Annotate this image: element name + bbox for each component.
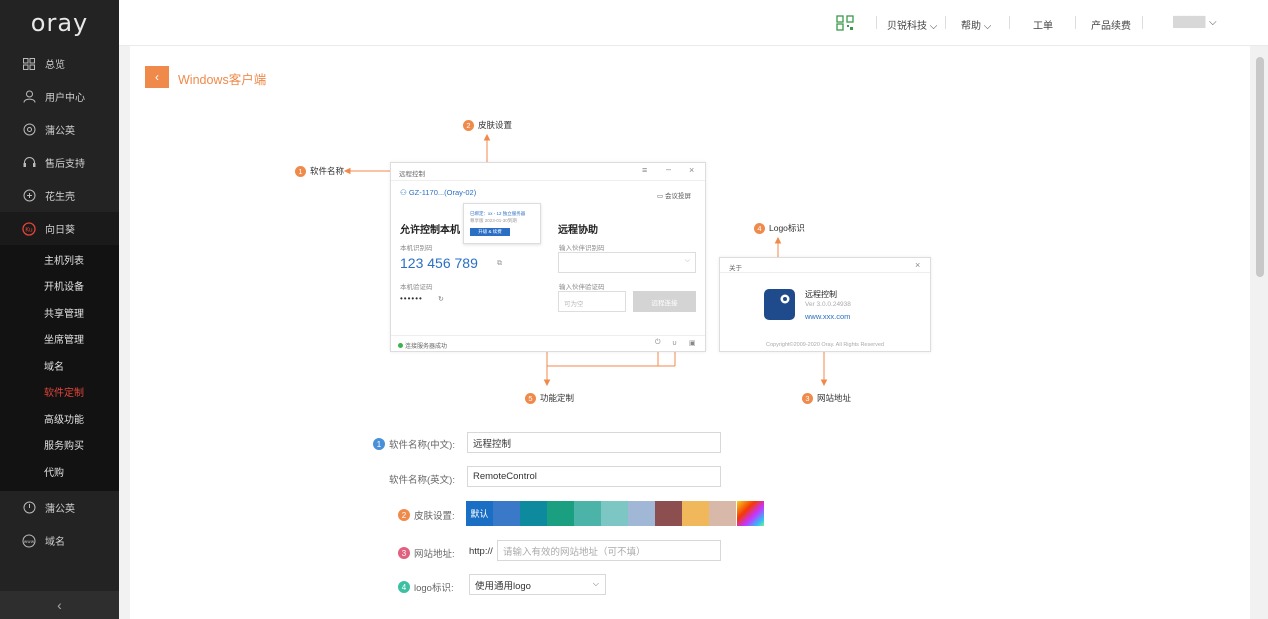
label-text: 软件名称(英文): bbox=[389, 475, 455, 486]
about-copyright: Copyright©2009-2020 Oray. All Rights Res… bbox=[766, 342, 884, 348]
url-label: 3 网站地址: bbox=[398, 546, 455, 560]
logo-select-value: 使用通用logo bbox=[475, 580, 531, 592]
step-number: 2 bbox=[398, 509, 410, 521]
callout-software-name: 1 软件名称 bbox=[295, 165, 344, 177]
skin-swatch[interactable] bbox=[574, 501, 601, 526]
copy-icon: ⧉ bbox=[497, 260, 502, 267]
window-title: 远程控制 bbox=[399, 171, 425, 178]
about-app-name: 远程控制 bbox=[805, 290, 837, 299]
refresh-icon: ↻ bbox=[438, 296, 444, 303]
partner-id-label: 输入伙伴识别码 bbox=[559, 245, 605, 252]
client-preview-window: 远程控制 ≡ – × ⚇ GZ-1170...(Oray-02) ▭ 会议投屏 … bbox=[390, 162, 706, 352]
screen-cast-label: 会议投屏 bbox=[664, 193, 691, 200]
url-input[interactable]: 请输入有效的网站地址（可不填） bbox=[497, 540, 721, 561]
about-url: www.xxx.com bbox=[805, 312, 851, 321]
callout-number: 4 bbox=[754, 222, 765, 234]
skin-swatch[interactable] bbox=[493, 501, 520, 526]
skin-swatch[interactable] bbox=[547, 501, 574, 526]
status-text: 连接服务器成功 bbox=[405, 344, 448, 350]
step-number: 3 bbox=[398, 547, 410, 559]
callout-url: 3 网站地址 bbox=[802, 392, 851, 404]
callout-text: 功能定制 bbox=[540, 393, 575, 403]
skin-swatch[interactable] bbox=[601, 501, 628, 526]
skin-swatch-custom[interactable] bbox=[737, 501, 764, 526]
account-popup: 已绑定：xx - 12 独立服务器 尊享版 2023-01-30到期 升级 & … bbox=[463, 203, 541, 244]
partner-code-input: 可为空 bbox=[558, 291, 626, 312]
name-en-label: 软件名称(英文): bbox=[389, 472, 455, 486]
callout-number: 2 bbox=[463, 119, 474, 131]
about-title: 关于 bbox=[729, 265, 742, 272]
name-cn-label: 1 软件名称(中文): bbox=[373, 437, 455, 451]
status-bar: 连接服务器成功 bbox=[398, 341, 447, 350]
account-label: GZ-1170...(Oray-02) bbox=[408, 188, 477, 197]
tool-icon: ∪ bbox=[672, 340, 678, 347]
skin-swatch[interactable] bbox=[682, 501, 709, 526]
callout-text: 软件名称 bbox=[310, 166, 345, 176]
name-en-input[interactable]: RemoteControl bbox=[467, 466, 721, 487]
user-icon: ⚇ bbox=[400, 188, 407, 197]
step-number: 1 bbox=[373, 438, 385, 450]
connect-button: 远程连接 bbox=[633, 291, 696, 312]
monitor-icon: ▭ bbox=[657, 193, 664, 200]
code-label: 本机验证码 bbox=[400, 284, 433, 291]
about-preview-window: 关于 × 远程控制 Ver 3.0.0.24938 www.xxx.com Co… bbox=[719, 257, 931, 352]
skin-swatch[interactable] bbox=[628, 501, 655, 526]
app-logo-icon bbox=[764, 289, 795, 320]
status-dot bbox=[398, 343, 403, 348]
lock-icon: ▣ bbox=[689, 340, 696, 347]
close-icon: × bbox=[689, 165, 695, 175]
label-text: 软件名称(中文): bbox=[389, 440, 455, 451]
popup-line1: 已绑定：xx - 12 独立服务器 bbox=[470, 211, 526, 216]
popup-line2: 尊享版 2023-01-30到期 bbox=[470, 218, 517, 223]
title-divider bbox=[391, 180, 705, 181]
id-value: 123 456 789 bbox=[400, 255, 478, 271]
upgrade-button: 升级 & 续费 bbox=[470, 228, 510, 236]
logo-label: 4 logo标识: bbox=[398, 580, 454, 594]
callout-skin: 2 皮肤设置 bbox=[463, 119, 512, 131]
power-icon: ⏻ bbox=[655, 339, 661, 346]
name-cn-input[interactable]: 远程控制 bbox=[467, 432, 721, 453]
skin-swatch[interactable] bbox=[655, 501, 682, 526]
chevron-down-icon: ⌵ bbox=[684, 257, 690, 264]
account-name: ⚇ GZ-1170...(Oray-02) bbox=[400, 188, 476, 197]
url-prefix: http:// bbox=[469, 546, 493, 557]
code-value: •••••• bbox=[400, 294, 423, 303]
label-text: logo标识: bbox=[414, 583, 454, 594]
callout-number: 5 bbox=[525, 392, 536, 404]
callout-logo: 4 Logo标识 bbox=[754, 222, 805, 234]
partner-id-input: ⌵ bbox=[558, 252, 696, 273]
callout-text: 皮肤设置 bbox=[478, 120, 513, 130]
about-divider bbox=[720, 272, 930, 273]
step-number: 4 bbox=[398, 581, 410, 593]
status-divider bbox=[391, 335, 705, 336]
partner-code-label: 输入伙伴验证码 bbox=[559, 284, 605, 291]
callout-feature: 5 功能定制 bbox=[525, 392, 574, 404]
label-text: 皮肤设置: bbox=[414, 511, 455, 522]
callout-text: Logo标识 bbox=[769, 223, 805, 233]
callout-text: 网站地址 bbox=[817, 393, 852, 403]
skin-label: 2 皮肤设置: bbox=[398, 508, 455, 522]
minimize-icon: – bbox=[666, 164, 672, 174]
screen-cast-button: ▭ 会议投屏 bbox=[657, 190, 691, 200]
label-text: 网站地址: bbox=[414, 549, 455, 560]
skin-swatch[interactable] bbox=[709, 501, 736, 526]
about-version: Ver 3.0.0.24938 bbox=[805, 301, 851, 308]
callout-number: 3 bbox=[802, 392, 813, 404]
chevron-down-icon: ⌵ bbox=[592, 579, 599, 588]
skin-swatch-default[interactable]: 默认 bbox=[466, 501, 493, 526]
remote-assist-title: 远程协助 bbox=[558, 225, 598, 236]
menu-icon: ≡ bbox=[642, 165, 648, 175]
callout-number: 1 bbox=[295, 165, 306, 177]
skin-swatch[interactable] bbox=[520, 501, 547, 526]
id-label: 本机识别码 bbox=[400, 245, 433, 252]
close-icon: × bbox=[915, 260, 921, 270]
logo-select[interactable]: 使用通用logo ⌵ bbox=[469, 574, 606, 595]
allow-control-title: 允许控制本机 bbox=[400, 225, 460, 236]
